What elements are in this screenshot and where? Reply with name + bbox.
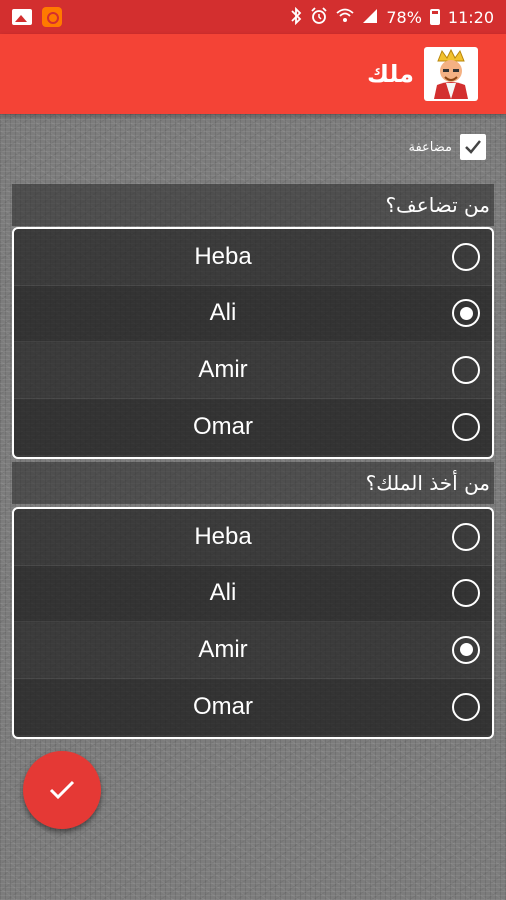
option-row[interactable]: Omar: [14, 678, 492, 735]
option-row[interactable]: Heba: [14, 509, 492, 566]
app-title: ملك: [366, 60, 414, 88]
app-bar: ملك: [0, 34, 506, 114]
option-row[interactable]: Amir: [14, 622, 492, 679]
options-group-doubler: Heba Ali Amir Omar: [12, 227, 494, 459]
confirm-fab-button[interactable]: [23, 751, 101, 829]
photo-notification-icon: [12, 7, 32, 27]
double-label: مضاعفة: [408, 139, 452, 155]
option-label: Amir: [198, 355, 248, 383]
status-bar: 78% 11:20: [0, 0, 506, 34]
option-row[interactable]: Heba: [14, 229, 492, 286]
question-title: من أخذ الملك؟: [12, 462, 494, 504]
wifi-icon: [336, 8, 354, 27]
option-label: Omar: [193, 412, 253, 440]
radio-button[interactable]: [452, 579, 480, 608]
option-row[interactable]: Ali: [14, 565, 492, 622]
option-label: Omar: [193, 692, 253, 720]
option-label: Ali: [209, 299, 237, 327]
double-checkbox[interactable]: [460, 134, 486, 160]
radio-button[interactable]: [452, 522, 480, 551]
battery-percent: 78%: [386, 7, 422, 27]
radio-button[interactable]: [452, 242, 480, 271]
double-option[interactable]: مضاعفة: [408, 134, 486, 160]
option-row[interactable]: Omar: [14, 398, 492, 455]
option-row[interactable]: Ali: [14, 285, 492, 342]
radio-button[interactable]: [452, 355, 480, 384]
option-label: Ali: [209, 579, 237, 607]
app-notification-icon: [42, 7, 62, 27]
checkmark-icon: [465, 140, 481, 154]
status-notifications: [12, 7, 62, 27]
option-row[interactable]: Amir: [14, 342, 492, 399]
signal-icon: [362, 8, 378, 27]
check-icon: [49, 780, 75, 800]
radio-button[interactable]: [452, 692, 480, 721]
option-label: Amir: [198, 635, 248, 663]
status-system: 78% 11:20: [290, 6, 494, 28]
alarm-icon: [310, 6, 328, 28]
radio-button[interactable]: [452, 299, 480, 328]
options-group-king-taker: Heba Ali Amir Omar: [12, 507, 494, 739]
bluetooth-icon: [290, 6, 302, 28]
question-title: من تضاعف؟: [12, 184, 494, 226]
battery-icon: [429, 9, 440, 25]
clock-time: 11:20: [447, 7, 494, 27]
king-avatar-icon[interactable]: [424, 47, 478, 101]
radio-button[interactable]: [452, 412, 480, 441]
option-label: Heba: [194, 242, 252, 270]
option-label: Heba: [194, 522, 252, 550]
radio-button[interactable]: [452, 635, 480, 664]
